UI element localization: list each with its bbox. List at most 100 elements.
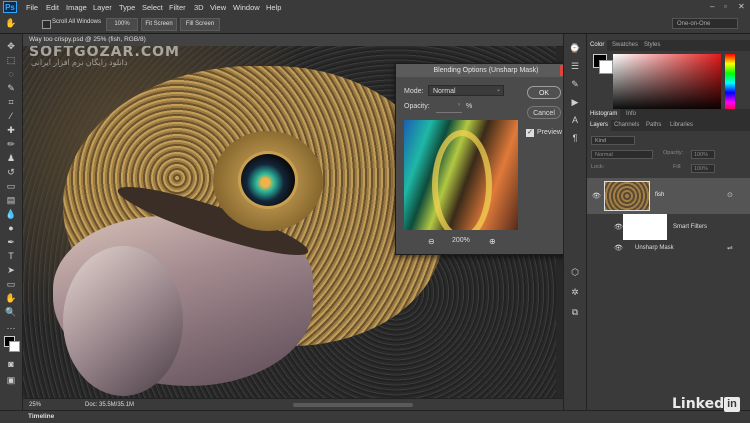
menu-help[interactable]: Help — [266, 0, 281, 15]
menu-image[interactable]: Image — [66, 0, 87, 15]
history-panel-icon[interactable]: ⌚ — [569, 42, 581, 54]
tab-channels[interactable]: Channels — [611, 120, 642, 131]
horizontal-scrollbar[interactable] — [293, 403, 413, 407]
filter-preview-image[interactable] — [404, 120, 518, 230]
layer-blend-mode[interactable]: Normal — [591, 150, 653, 159]
workspace-select[interactable]: One-on-One — [672, 18, 738, 29]
menu-layer[interactable]: Layer — [93, 0, 112, 15]
3d-panel-icon[interactable]: ⬡ — [569, 266, 581, 278]
visibility-eye-icon[interactable]: 👁 — [592, 192, 601, 200]
tab-styles[interactable]: Styles — [641, 40, 663, 51]
marquee-tool-icon[interactable]: ⬚ — [4, 54, 18, 66]
stamp-tool-icon[interactable]: ♟ — [4, 152, 18, 164]
blur-tool-icon[interactable]: 💧 — [4, 208, 18, 220]
dialog-title[interactable]: Blending Options (Unsharp Mask) — [396, 64, 576, 77]
layer-row-unsharp-mask[interactable]: 👁 Unsharp Mask ⇌ — [587, 242, 750, 256]
timeline-label[interactable]: Timeline — [28, 411, 54, 423]
shape-tool-icon[interactable]: ▭ — [4, 278, 18, 290]
menu-edit[interactable]: Edit — [46, 0, 59, 15]
adjustments-panel-icon[interactable]: ✲ — [569, 286, 581, 298]
eraser-tool-icon[interactable]: ▭ — [4, 180, 18, 192]
mode-select[interactable]: Normal — [428, 85, 504, 96]
layer-name[interactable]: fish — [655, 192, 664, 198]
layer-name[interactable]: Smart Filters — [673, 224, 707, 230]
paragraph-panel-icon[interactable]: ¶ — [569, 132, 581, 144]
menu-view[interactable]: View — [210, 0, 226, 15]
maximize-icon[interactable]: ▫ — [724, 2, 727, 11]
tab-paths[interactable]: Paths — [643, 120, 664, 131]
chevron-down-icon[interactable]: ⌄ — [496, 86, 501, 93]
background-color-swatch[interactable] — [9, 341, 20, 352]
photoshop-logo: Ps — [3, 1, 17, 13]
dodge-tool-icon[interactable]: ● — [4, 222, 18, 234]
menu-3d[interactable]: 3D — [194, 0, 204, 15]
tab-libraries[interactable]: Libraries — [667, 120, 696, 131]
zoom-in-icon[interactable]: ⊕ — [489, 237, 496, 246]
opacity-chevron-icon[interactable]: › — [458, 102, 460, 108]
layer-row-smart-filters[interactable]: 👁 Smart Filters — [587, 214, 750, 242]
fill-screen-button[interactable]: Fill Screen — [180, 18, 220, 31]
hand-tool-icon: ✋ — [5, 18, 17, 28]
scroll-all-checkbox[interactable] — [42, 20, 51, 29]
cancel-button[interactable]: Cancel — [527, 106, 561, 119]
menu-window[interactable]: Window — [233, 0, 260, 15]
fit-screen-button[interactable]: Fit Screen — [141, 18, 177, 31]
tools-panel: ✥ ⬚ ◌ ✎ ⌗ ⁄ ✚ ✏ ♟ ↺ ▭ ▤ 💧 ● ✒ T ➤ ▭ ✋ 🔍 … — [0, 34, 23, 410]
lasso-tool-icon[interactable]: ◌ — [4, 68, 18, 80]
eyedropper-tool-icon[interactable]: ⁄ — [4, 110, 18, 122]
menu-select[interactable]: Select — [142, 0, 163, 15]
layer-name[interactable]: Unsharp Mask — [635, 245, 674, 251]
close-icon[interactable]: ✕ — [738, 2, 745, 11]
menu-file[interactable]: File — [26, 0, 38, 15]
tab-histogram[interactable]: Histogram — [587, 109, 621, 120]
tab-layers[interactable]: Layers — [587, 120, 612, 131]
pen-tool-icon[interactable]: ✒ — [4, 236, 18, 248]
healing-tool-icon[interactable]: ✚ — [4, 124, 18, 136]
zoom-100-button[interactable]: 100% — [106, 18, 138, 31]
scroll-all-label: Scroll All Windows — [52, 19, 102, 25]
path-select-tool-icon[interactable]: ➤ — [4, 264, 18, 276]
ok-button[interactable]: OK — [527, 86, 561, 99]
actions-panel-icon[interactable]: ▶ — [569, 96, 581, 108]
zoom-tool-icon[interactable]: 🔍 — [4, 306, 18, 318]
quick-mask-icon[interactable]: ◙ — [4, 358, 18, 370]
layer-opacity-input[interactable]: 100% — [691, 150, 715, 159]
crop-tool-icon[interactable]: ⌗ — [4, 96, 18, 108]
preview-checkbox[interactable]: ✓ — [526, 129, 534, 137]
zoom-out-icon[interactable]: ⊖ — [428, 237, 435, 246]
fill-input[interactable]: 100% — [691, 164, 715, 173]
tab-color[interactable]: Color — [587, 40, 608, 51]
visibility-eye-icon[interactable]: 👁 — [614, 223, 623, 231]
tab-info[interactable]: Info — [623, 109, 639, 120]
layer-row-fish[interactable]: 👁 fish ⊙ — [587, 178, 750, 214]
fish-lip — [63, 246, 183, 396]
type-tool-icon[interactable]: T — [4, 250, 18, 262]
layer-comps-icon[interactable]: ⧉ — [569, 306, 581, 318]
screen-mode-icon[interactable]: ▣ — [4, 374, 18, 386]
history-brush-tool-icon[interactable]: ↺ — [4, 166, 18, 178]
blending-options-dialog: Blending Options (Unsharp Mask) ✕ Mode: … — [395, 63, 577, 255]
filter-blending-options-icon[interactable]: ⇌ — [727, 244, 733, 252]
linkedin-logo-text: Linked — [672, 396, 725, 412]
tab-swatches[interactable]: Swatches — [609, 40, 641, 51]
brush-tool-icon[interactable]: ✏ — [4, 138, 18, 150]
hue-slider[interactable] — [725, 54, 735, 112]
panel-dock: ⌚ ☰ ✎ ▶ A ¶ ⬡ ✲ ⧉ — [563, 34, 586, 410]
linkedin-logo-in: in — [724, 397, 740, 412]
layer-kind-filter[interactable]: Kind — [591, 136, 635, 145]
menu-type[interactable]: Type — [119, 0, 135, 15]
minimize-icon[interactable]: – — [710, 2, 714, 11]
more-tools-icon[interactable]: ··· — [4, 322, 18, 334]
character-panel-icon[interactable]: A — [569, 114, 581, 126]
properties-panel-icon[interactable]: ☰ — [569, 60, 581, 72]
opacity-label: Opacity: — [404, 103, 430, 110]
hand-tool-icon[interactable]: ✋ — [4, 292, 18, 304]
visibility-eye-icon[interactable]: 👁 — [614, 244, 623, 252]
quick-select-tool-icon[interactable]: ✎ — [4, 82, 18, 94]
move-tool-icon[interactable]: ✥ — [4, 40, 18, 52]
gradient-tool-icon[interactable]: ▤ — [4, 194, 18, 206]
color-picker-field[interactable] — [613, 54, 721, 112]
menu-filter[interactable]: Filter — [169, 0, 186, 15]
brush-panel-icon[interactable]: ✎ — [569, 78, 581, 90]
background-swatch[interactable] — [599, 60, 613, 74]
